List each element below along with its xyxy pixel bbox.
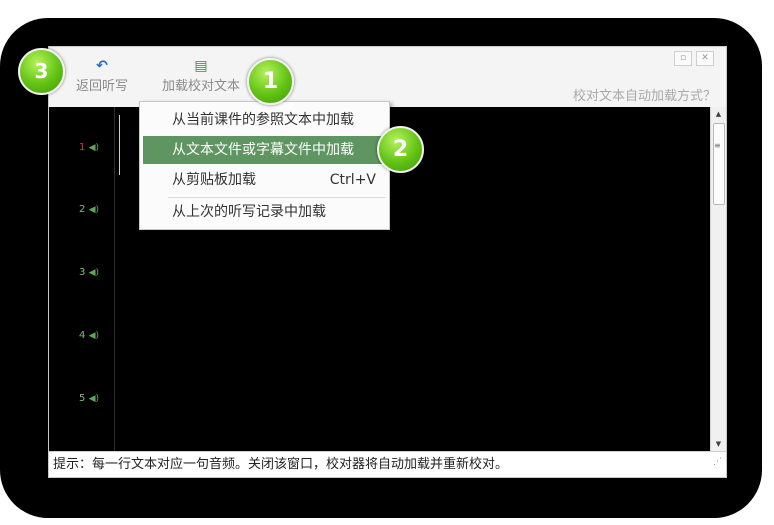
vertical-scrollbar[interactable]: ▲ ≡ ▼ [710,107,726,451]
step-badge-1: 1 [247,58,294,105]
speaker-icon[interactable]: ◀) [89,394,99,404]
line-number-row[interactable]: 5 ◀) [79,393,111,404]
load-proof-text-label: 加载校对文本 [161,79,240,94]
line-number-row[interactable]: 2 ◀) [79,204,111,215]
resize-grip-icon[interactable]: ⋰ [713,450,722,475]
load-text-icon: ▤ [194,58,208,74]
back-to-dictation-label: 返回听写 [75,79,128,94]
scroll-up-arrow-icon[interactable]: ▲ [711,107,726,121]
menu-item-load-from-last-dictation[interactable]: 从上次的听写记录中加载 [143,198,386,226]
speaker-icon[interactable]: ◀) [89,143,99,153]
close-window-button[interactable]: ✕ [696,51,714,66]
line-number-row[interactable]: 4 ◀) [79,330,111,341]
back-arrow-icon: ↶ [96,58,108,74]
back-to-dictation-button[interactable]: ↶ 返回听写 [67,57,137,94]
scrollbar-thumb[interactable] [713,123,725,205]
step-badge-3: 3 [18,48,65,95]
load-proof-text-button[interactable]: ▤ 加载校对文本 [151,57,251,94]
text-cursor [119,115,120,175]
menu-item-load-from-courseware[interactable]: 从当前课件的参照文本中加载 [143,106,386,134]
scroll-down-arrow-icon[interactable]: ▼ [711,437,726,451]
menu-item-load-from-clipboard[interactable]: 从剪贴板加载 Ctrl+V [143,166,386,194]
menu-item-load-from-file[interactable]: 从文本文件或字幕文件中加载 [143,136,386,164]
clipboard-shortcut: Ctrl+V [329,172,376,188]
gutter-divider [114,107,115,451]
auto-load-help-link[interactable]: 校对文本自动加载方式？ [573,85,716,104]
speaker-icon[interactable]: ◀) [89,331,99,341]
line-number-row[interactable]: 1 ◀) [79,142,111,153]
toolbar: ↶ 返回听写 ▤ 加载校对文本 校对文本自动加载方式？ ▫ ✕ [49,47,726,105]
speaker-icon[interactable]: ◀) [89,205,99,215]
scroll-grip-icon: ≡ [714,141,721,150]
step-badge-2: 2 [377,126,424,173]
load-text-dropdown-menu: 从当前课件的参照文本中加载 从文本文件或字幕文件中加载 从剪贴板加载 Ctrl+… [139,101,390,230]
restore-window-button[interactable]: ▫ [674,51,692,66]
speaker-icon[interactable]: ◀) [89,268,99,278]
status-hint-text: 提示：每一行文本对应一句音频。关闭该窗口，校对器将自动加载并重新校对。 [53,457,509,472]
line-number-row[interactable]: 3 ◀) [79,267,111,278]
status-bar: 提示：每一行文本对应一句音频。关闭该窗口，校对器将自动加载并重新校对。 ⋰ [49,451,726,477]
